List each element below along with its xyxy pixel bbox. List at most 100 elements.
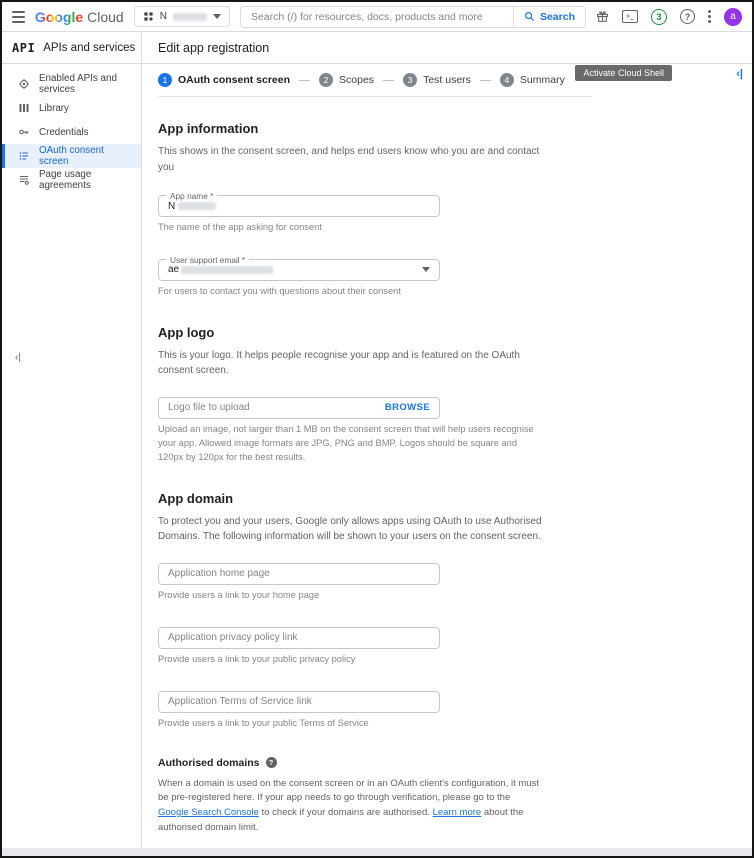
field-helper: Provide users a link to your public priv… xyxy=(158,653,542,667)
library-icon xyxy=(17,102,30,115)
sidebar-item-credentials[interactable]: Credentials xyxy=(2,120,141,144)
search-icon xyxy=(524,11,535,22)
step-scopes[interactable]: 2 Scopes xyxy=(319,73,374,87)
topbar-actions: >_ 3 ? a xyxy=(596,8,742,26)
step-test-users[interactable]: 3 Test users xyxy=(403,73,471,87)
browse-button[interactable]: BROWSE xyxy=(385,402,430,413)
notifications-badge[interactable]: 3 xyxy=(651,9,667,25)
subsection-title-text: Authorised domains xyxy=(158,757,260,769)
hamburger-menu-icon[interactable] xyxy=(12,11,25,23)
terms-of-service-group: Application Terms of Service link Provid… xyxy=(158,691,592,731)
home-page-group: Application home page Provide users a li… xyxy=(158,563,592,603)
gift-icon[interactable] xyxy=(596,10,609,23)
field-placeholder: Application privacy policy link xyxy=(168,632,298,643)
sidebar-item-label: Page usage agreements xyxy=(39,169,133,191)
dropdown-arrow-icon[interactable] xyxy=(422,267,430,272)
section-app-domain: App domain To protect you and your users… xyxy=(158,491,592,731)
desc-text: When a domain is used on the consent scr… xyxy=(158,778,539,804)
terms-of-service-link-field[interactable]: Application Terms of Service link xyxy=(158,691,440,713)
more-options-icon[interactable] xyxy=(708,10,711,23)
step-oauth-consent-screen[interactable]: 1 OAuth consent screen xyxy=(158,73,290,87)
google-cloud-logo[interactable]: Google Cloud xyxy=(35,9,124,25)
project-selector[interactable]: N xyxy=(134,6,230,27)
cloud-shell-tooltip: Activate Cloud Shell xyxy=(575,65,672,81)
bottom-scrollbar-track[interactable] xyxy=(2,848,752,856)
section-title: App information xyxy=(158,121,592,136)
app-name-field[interactable]: App name * N xyxy=(158,195,440,217)
sidebar-collapse-icon[interactable]: ‹| xyxy=(15,352,21,363)
search-input[interactable]: Search (/) for resources, docs, products… xyxy=(241,11,513,23)
field-label: App name * xyxy=(166,191,217,201)
step-connector xyxy=(299,80,310,81)
google-search-console-link[interactable]: Google Search Console xyxy=(158,807,259,818)
step-connector xyxy=(383,80,394,81)
collapse-panel-icon[interactable]: ‹| xyxy=(736,68,743,80)
body-row: API APIs and services Enabled APIs and s… xyxy=(2,32,752,856)
section-description: This is your logo. It helps people recog… xyxy=(158,348,542,379)
search-button[interactable]: Search xyxy=(513,7,585,27)
consent-screen-icon xyxy=(17,150,30,163)
step-number: 2 xyxy=(319,73,333,87)
field-value: ae xyxy=(168,264,179,275)
field-placeholder: Application Terms of Service link xyxy=(168,696,312,707)
desc-text: to check if your domains are authorised. xyxy=(259,807,433,818)
chevron-down-icon xyxy=(213,14,221,19)
form-content: 1 OAuth consent screen 2 Scopes 3 Test u… xyxy=(142,64,592,858)
cloud-shell-icon[interactable]: >_ xyxy=(622,10,638,23)
step-label: Test users xyxy=(423,74,471,86)
sidebar-item-page-usage-agreements[interactable]: Page usage agreements xyxy=(2,168,141,192)
field-placeholder: Logo file to upload xyxy=(168,402,250,413)
field-helper: Provide users a link to your home page xyxy=(158,589,542,603)
step-connector xyxy=(480,80,491,81)
logo-upload-group: Logo file to upload BROWSE Upload an ima… xyxy=(158,397,592,465)
step-label: OAuth consent screen xyxy=(178,74,290,86)
field-helper: The name of the app asking for consent xyxy=(158,221,542,235)
sidebar-item-label: Library xyxy=(39,103,69,114)
section-description: To protect you and your users, Google on… xyxy=(158,514,542,545)
redacted-text xyxy=(181,266,273,274)
help-icon[interactable]: ? xyxy=(680,9,695,24)
help-badge-icon[interactable]: ? xyxy=(266,757,277,768)
api-logo: API xyxy=(12,41,35,55)
subsection-description: When a domain is used on the consent scr… xyxy=(158,777,542,836)
stepper: 1 OAuth consent screen 2 Scopes 3 Test u… xyxy=(158,64,592,97)
step-summary[interactable]: 4 Summary xyxy=(500,73,565,87)
field-value: N xyxy=(168,201,175,212)
section-title: App logo xyxy=(158,325,592,340)
sidebar-nav: Enabled APIs and services Library xyxy=(2,64,141,192)
dashboard-icon xyxy=(17,78,30,91)
sidebar: API APIs and services Enabled APIs and s… xyxy=(2,32,142,856)
cloud-wordmark: Cloud xyxy=(87,9,124,25)
sidebar-header: API APIs and services xyxy=(2,32,141,64)
privacy-policy-link-field[interactable]: Application privacy policy link xyxy=(158,627,440,649)
sidebar-item-label: OAuth consent screen xyxy=(39,145,133,167)
avatar[interactable]: a xyxy=(724,8,742,26)
search-button-label: Search xyxy=(540,11,575,23)
key-icon xyxy=(17,126,30,139)
section-app-information: App information This shows in the consen… xyxy=(158,121,592,299)
logo-file-field[interactable]: Logo file to upload BROWSE xyxy=(158,397,440,419)
step-number: 1 xyxy=(158,73,172,87)
sidebar-item-library[interactable]: Library xyxy=(2,96,141,120)
sidebar-item-label: Enabled APIs and services xyxy=(39,73,133,95)
sidebar-item-enabled-apis[interactable]: Enabled APIs and services xyxy=(2,72,141,96)
privacy-policy-group: Application privacy policy link Provide … xyxy=(158,627,592,667)
field-placeholder: Application home page xyxy=(168,568,270,579)
google-wordmark: Google xyxy=(35,9,83,25)
top-bar: Google Cloud N Search (/) for resources,… xyxy=(2,2,752,32)
learn-more-link[interactable]: Learn more xyxy=(433,807,482,818)
step-number: 3 xyxy=(403,73,417,87)
main-panel: Edit app registration Activate Cloud She… xyxy=(142,32,752,856)
sidebar-title: APIs and services xyxy=(43,42,135,54)
section-app-logo: App logo This is your logo. It helps peo… xyxy=(158,325,592,465)
support-email-group: User support email * ae For users to con… xyxy=(158,259,592,299)
application-home-page-field[interactable]: Application home page xyxy=(158,563,440,585)
section-title: App domain xyxy=(158,491,592,506)
field-label: User support email * xyxy=(166,255,249,265)
google-cloud-console: Google Cloud N Search (/) for resources,… xyxy=(0,0,754,858)
user-support-email-field[interactable]: User support email * ae xyxy=(158,259,440,281)
sidebar-item-oauth-consent-screen[interactable]: OAuth consent screen xyxy=(2,144,141,168)
step-label: Scopes xyxy=(339,74,374,86)
search-box: Search (/) for resources, docs, products… xyxy=(240,6,586,28)
project-icon xyxy=(143,11,154,22)
